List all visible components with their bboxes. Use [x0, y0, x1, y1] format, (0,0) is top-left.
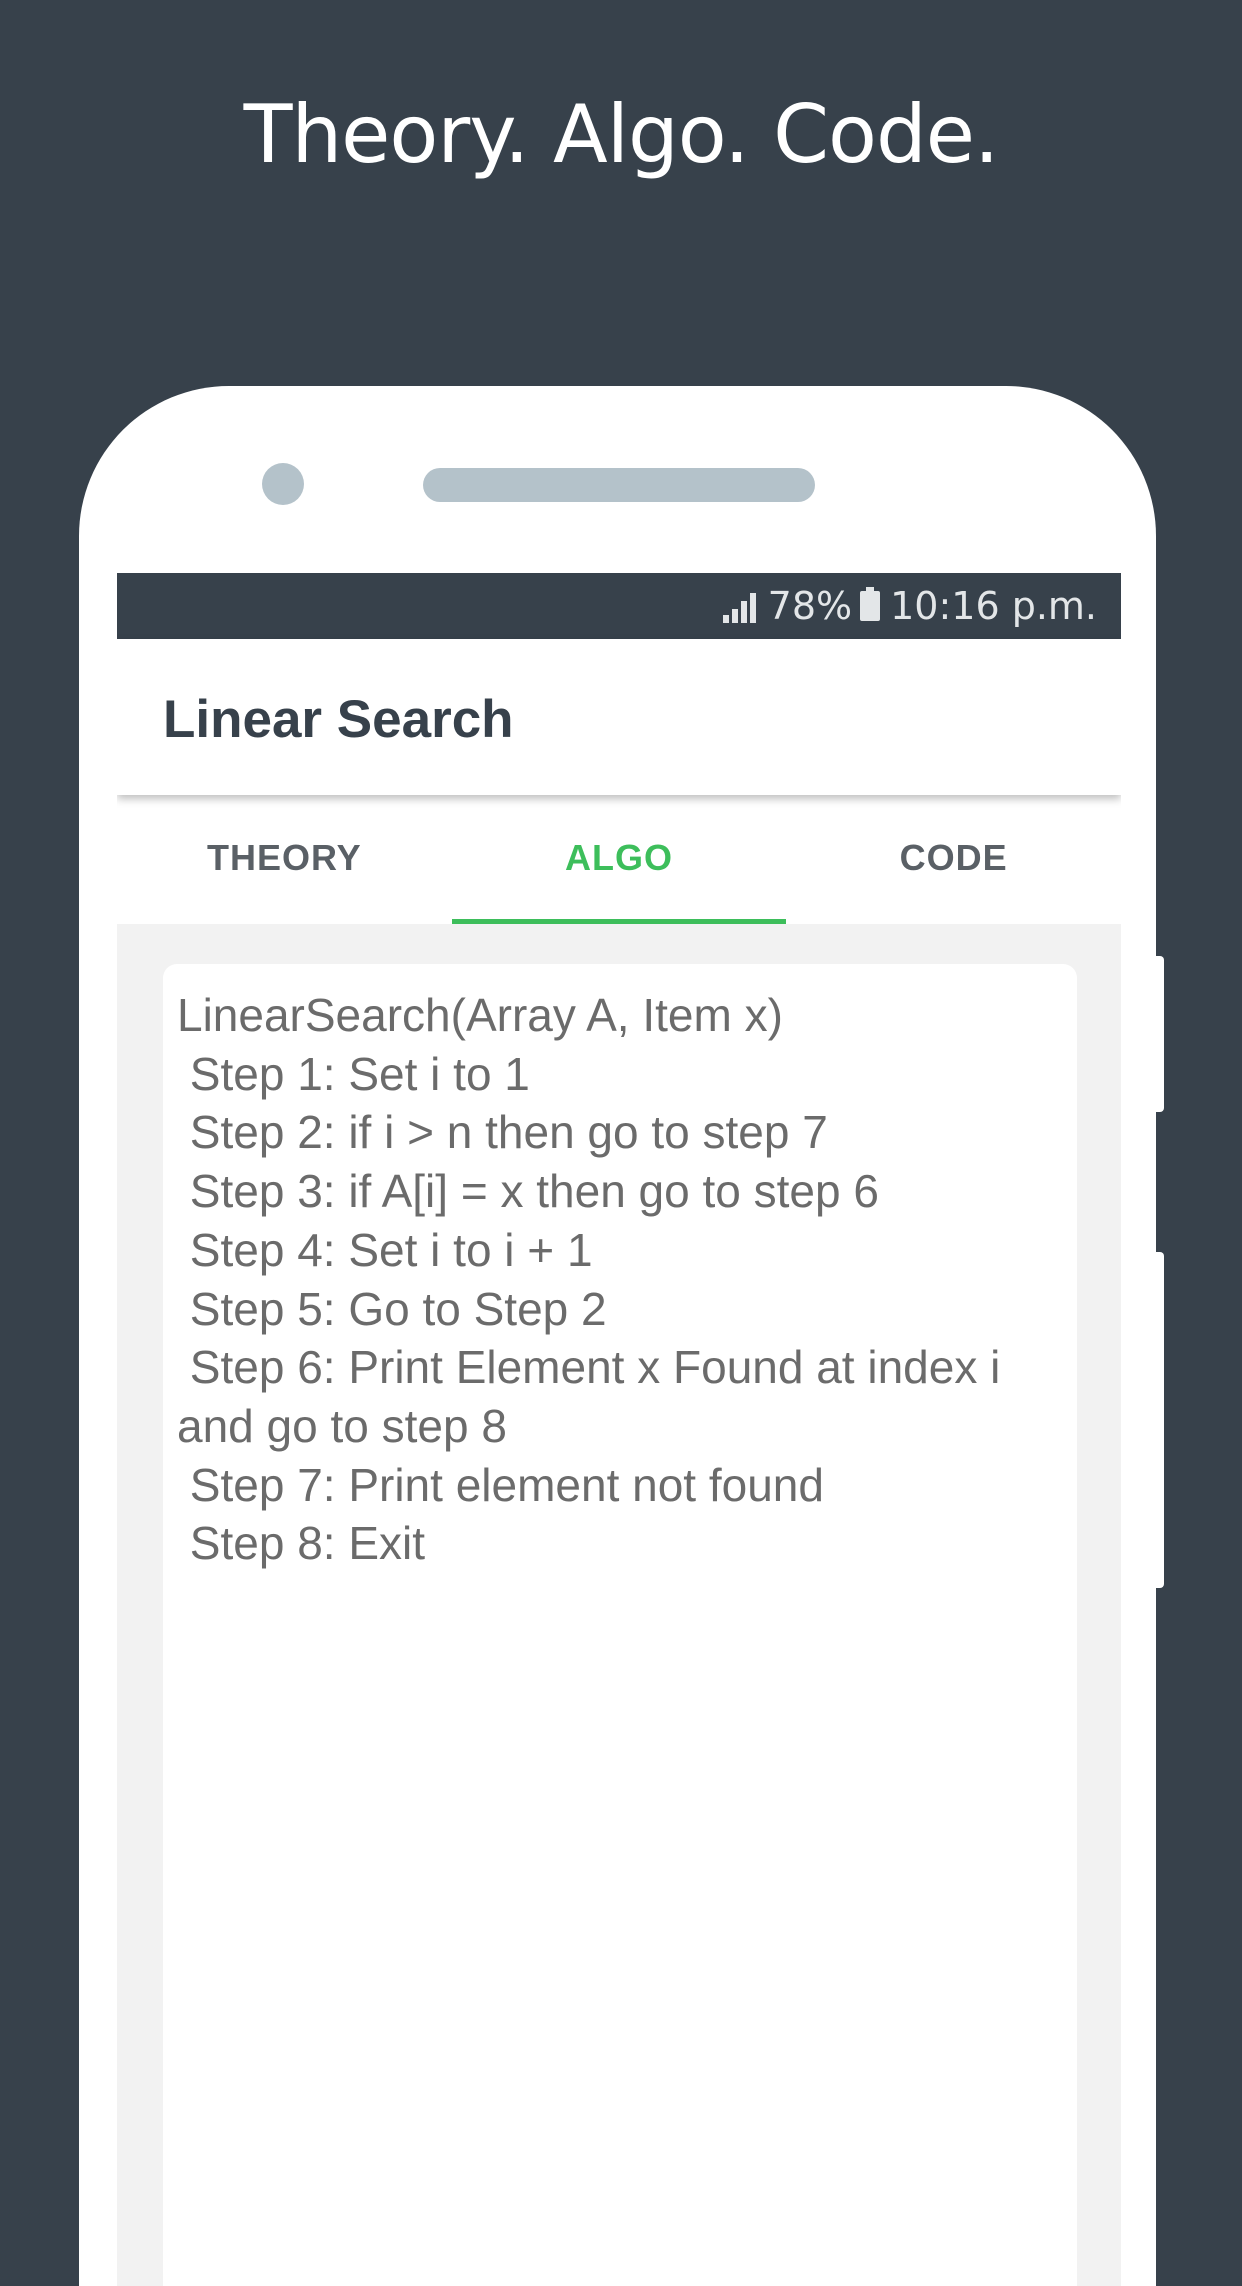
phone-speaker	[423, 468, 815, 502]
phone-camera	[262, 463, 304, 505]
page-title: Linear Search	[163, 690, 514, 749]
tab-code[interactable]: CODE	[786, 795, 1121, 924]
status-bar: 78% 10:16 p.m.	[117, 573, 1121, 639]
tab-theory[interactable]: THEORY	[117, 795, 452, 924]
signal-icon	[722, 589, 756, 623]
promo-headline: Theory. Algo. Code.	[243, 88, 1000, 181]
algorithm-card: LinearSearch(Array A, Item x) Step 1: Se…	[163, 964, 1077, 2286]
algorithm-text: LinearSearch(Array A, Item x) Step 1: Se…	[177, 989, 1001, 1570]
app-screen: 78% 10:16 p.m. Linear Search THEORY ALGO…	[117, 573, 1121, 2286]
tab-bar: THEORY ALGO CODE	[117, 795, 1121, 924]
phone-frame: 78% 10:16 p.m. Linear Search THEORY ALGO…	[79, 386, 1156, 2286]
battery-percent: 78%	[767, 584, 853, 628]
tab-algo[interactable]: ALGO	[451, 795, 787, 924]
app-bar: Linear Search	[117, 639, 1121, 795]
clock: 10:16 p.m.	[890, 584, 1097, 628]
battery-icon	[860, 587, 881, 621]
